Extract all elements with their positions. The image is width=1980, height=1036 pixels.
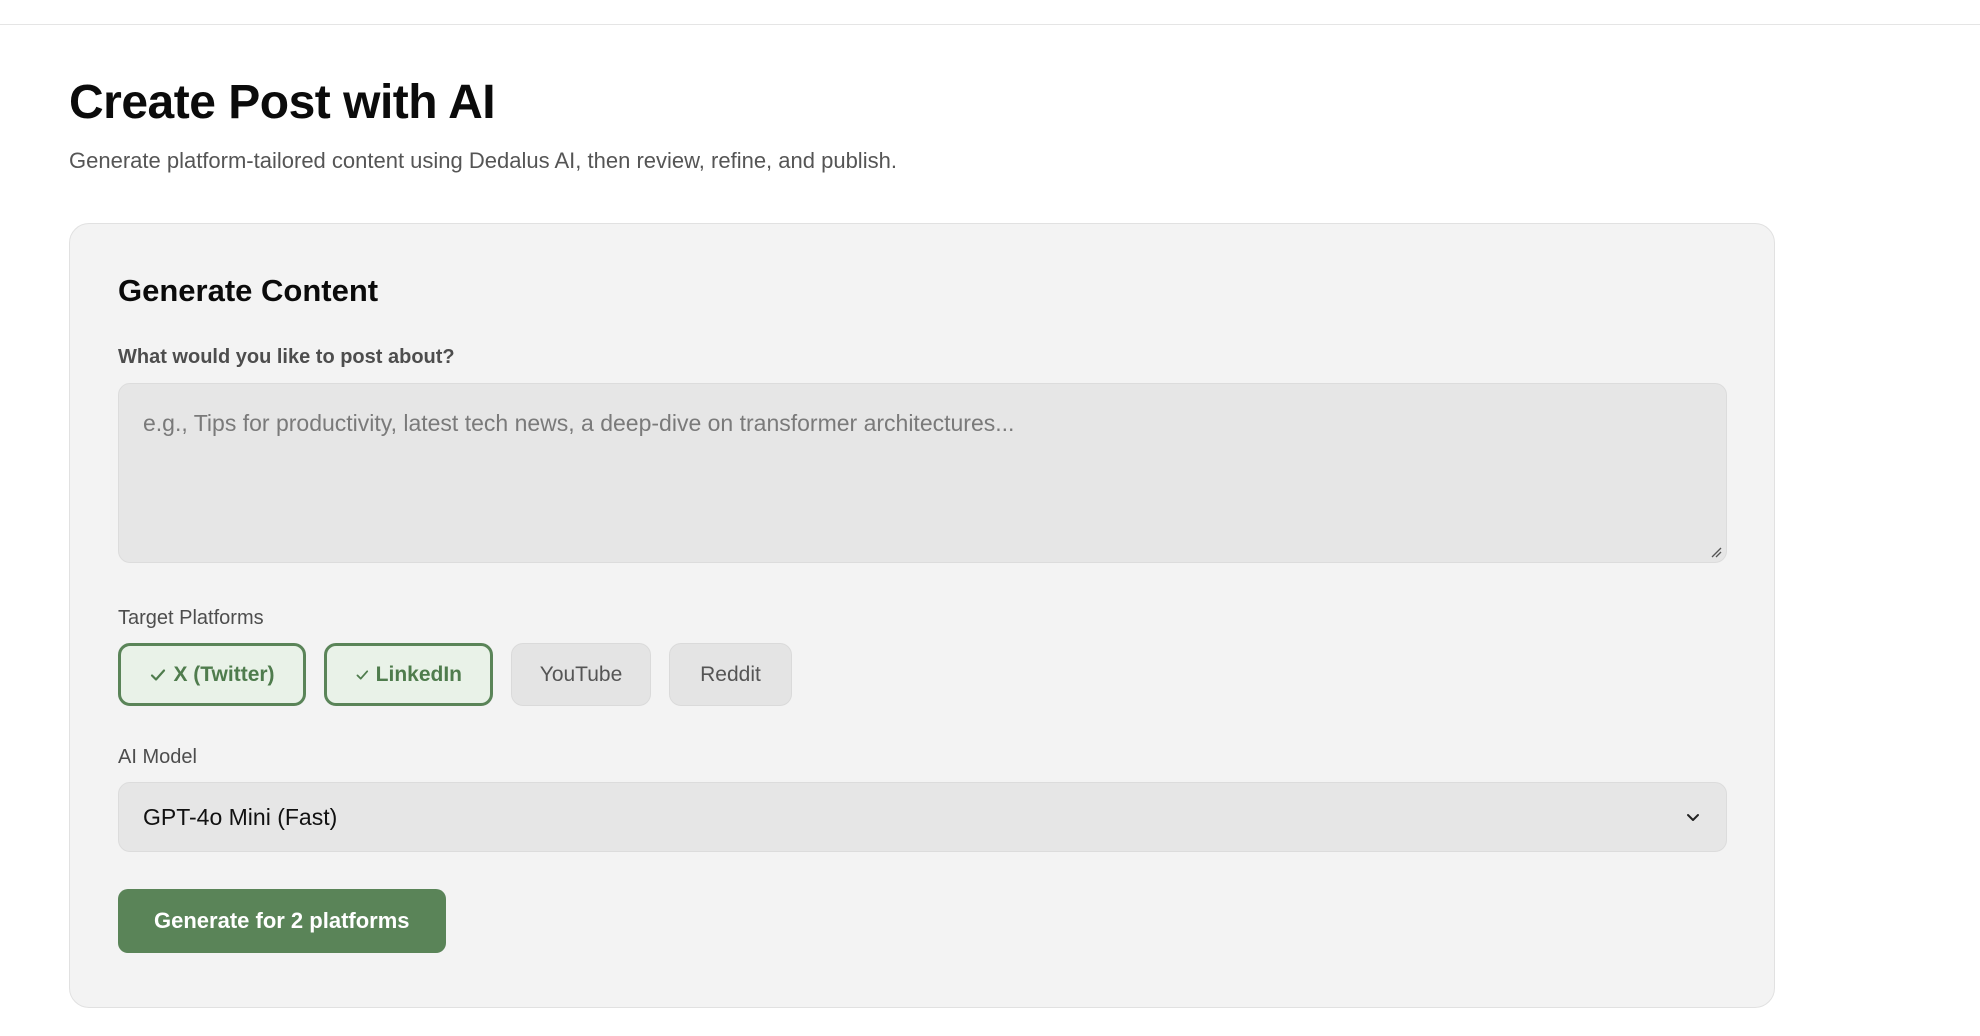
top-bar	[0, 0, 1980, 25]
model-selected-value: GPT-4o Mini (Fast)	[143, 803, 338, 830]
platform-label: LinkedIn	[375, 662, 462, 686]
platform-chip-linkedin[interactable]: LinkedIn	[324, 643, 493, 706]
platforms-label: Target Platforms	[118, 607, 264, 629]
platform-label: X (Twitter)	[173, 662, 275, 686]
platform-label: Reddit	[700, 662, 761, 686]
platform-label: YouTube	[539, 662, 623, 686]
generate-content-card: Generate Content What would you like to …	[69, 223, 1775, 1008]
prompt-placeholder: e.g., Tips for productivity, latest tech…	[143, 410, 1015, 436]
prompt-label: What would you like to post about?	[118, 346, 455, 368]
platform-chip-x-twitter[interactable]: X (Twitter)	[118, 643, 306, 706]
generate-button[interactable]: Generate for 2 platforms	[118, 889, 446, 953]
model-label: AI Model	[118, 746, 197, 768]
page-subtitle: Generate platform-tailored content using…	[69, 148, 897, 173]
resize-grip-icon[interactable]	[1710, 546, 1722, 558]
page-title: Create Post with AI	[69, 76, 496, 129]
model-select[interactable]: GPT-4o Mini (Fast)	[118, 782, 1727, 852]
platform-chip-youtube[interactable]: YouTube	[511, 643, 651, 706]
check-icon	[151, 668, 166, 681]
chevron-down-icon	[1687, 814, 1699, 821]
platform-selector: X (Twitter) LinkedIn YouTube Reddit	[118, 643, 1726, 706]
card-title: Generate Content	[118, 273, 379, 308]
check-icon	[356, 669, 369, 680]
platform-chip-reddit[interactable]: Reddit	[669, 643, 792, 706]
prompt-textarea[interactable]: e.g., Tips for productivity, latest tech…	[118, 383, 1727, 563]
page-content: Create Post with AI Generate platform-ta…	[69, 73, 1775, 1008]
